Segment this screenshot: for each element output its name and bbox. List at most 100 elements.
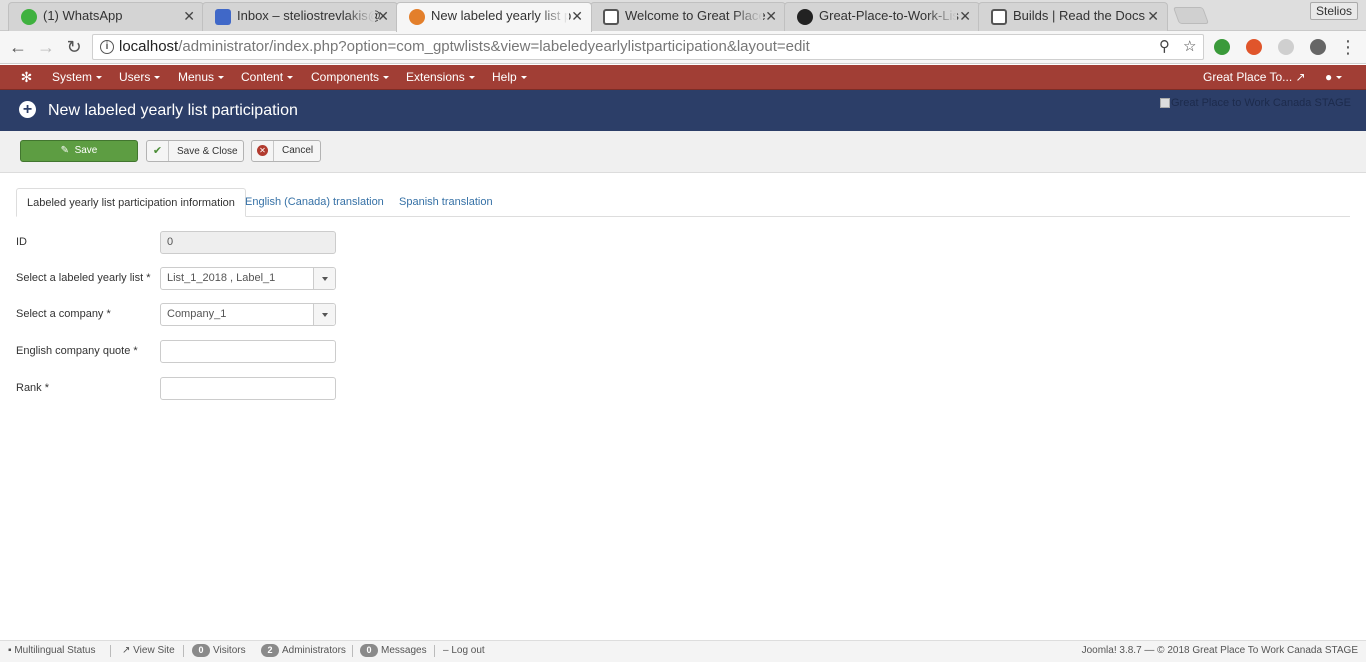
doc-icon — [991, 9, 1007, 25]
save-close-button[interactable]: ✔ Save & Close — [146, 140, 244, 162]
chevron-down-icon[interactable] — [313, 304, 335, 325]
profile-button[interactable]: Stelios — [1310, 2, 1359, 20]
view-site-link[interactable]: ↗ View Site — [122, 641, 175, 661]
messages-link[interactable]: 0 Messages — [360, 641, 427, 661]
close-icon[interactable]: ✕ — [959, 3, 971, 29]
browser-tab-joomla[interactable]: New labeled yearly list p ✕ — [396, 2, 592, 32]
tab-information[interactable]: Labeled yearly list participation inform… — [16, 188, 246, 217]
administrators-badge: 2 — [261, 644, 279, 657]
menu-users[interactable]: Users — [119, 65, 161, 90]
minus-icon: – — [443, 645, 449, 656]
edit-icon: ✎ — [60, 145, 70, 156]
back-icon[interactable]: ← — [8, 37, 28, 57]
extension-green-icon[interactable] — [1214, 39, 1230, 55]
form-tabs: Labeled yearly list participation inform… — [16, 188, 1350, 217]
logout-link[interactable]: – Log out — [443, 641, 485, 661]
page-header: + New labeled yearly list participation … — [0, 90, 1366, 131]
tab-spanish-translation[interactable]: Spanish translation — [389, 188, 503, 217]
multilingual-status-link[interactable]: ▪ Multilingual Status — [8, 641, 95, 661]
caret-down-icon — [218, 76, 225, 80]
close-icon[interactable]: ✕ — [571, 3, 583, 29]
close-icon[interactable]: ✕ — [183, 3, 195, 29]
broken-image-icon — [1160, 98, 1170, 109]
list-select[interactable]: List_1_2018 , Label_1 — [160, 267, 336, 290]
visitors-link[interactable]: 0 Visitors — [192, 641, 246, 661]
brand-logo: Great Place to Work Canada STAGE — [1160, 97, 1351, 109]
whatsapp-icon — [21, 9, 37, 25]
browser-tab-title: Builds | Read the Docs — [1013, 8, 1145, 23]
status-bar: ▪ Multilingual Status ↗ View Site 0 Visit… — [0, 640, 1366, 662]
caret-down-icon — [287, 76, 294, 80]
site-link[interactable]: Great Place To... ↗ — [1203, 65, 1306, 90]
close-icon[interactable]: ✕ — [377, 3, 389, 29]
reload-icon[interactable]: ↻ — [64, 37, 84, 57]
external-link-icon: ↗ — [1295, 70, 1306, 84]
cancel-icon: ✕ — [252, 141, 274, 161]
company-select[interactable]: Company_1 — [160, 303, 336, 326]
tab-english-translation[interactable]: English (Canada) translation — [235, 188, 394, 217]
extension-grey-icon[interactable] — [1278, 39, 1294, 55]
user-icon: ● — [1325, 70, 1333, 84]
menu-help[interactable]: Help — [492, 65, 527, 90]
company-select-value: Company_1 — [167, 308, 227, 320]
menu-content[interactable]: Content — [241, 65, 294, 90]
caret-down-icon — [96, 76, 103, 80]
list-select-value: List_1_2018 , Label_1 — [167, 272, 276, 284]
bookmark-star-icon[interactable]: ☆ — [1183, 35, 1196, 59]
form-row-id: ID 0 — [16, 231, 346, 255]
company-label: Select a company * — [16, 308, 111, 320]
user-menu[interactable]: ● — [1325, 65, 1343, 90]
form-row-rank: Rank * — [16, 377, 346, 401]
zoom-icon[interactable]: ⚲ — [1159, 35, 1170, 59]
close-icon[interactable]: ✕ — [1147, 3, 1159, 29]
plus-circle-icon: + — [19, 101, 36, 118]
url-path: /administrator/index.php?option=com_gptw… — [178, 38, 810, 55]
gear-icon[interactable] — [1310, 39, 1326, 55]
browser-tab-builds[interactable]: Builds | Read the Docs ✕ — [978, 2, 1168, 31]
id-label: ID — [16, 236, 27, 248]
browser-tab-welcome[interactable]: Welcome to Great Place ✕ — [590, 2, 786, 31]
caret-down-icon — [383, 76, 390, 80]
caret-down-icon — [1336, 76, 1343, 80]
comment-icon: ▪ — [8, 645, 12, 656]
caret-down-icon — [468, 76, 475, 80]
action-toolbar: ✎ Save ✔ Save & Close ✕ Cancel — [0, 131, 1366, 173]
menu-extensions[interactable]: Extensions — [406, 65, 475, 90]
rank-label: Rank * — [16, 382, 50, 394]
cancel-button[interactable]: ✕ Cancel — [251, 140, 321, 162]
browser-toolbar: ← → ↻ i localhost/administrator/index.ph… — [0, 31, 1366, 64]
page-title: New labeled yearly list participation — [48, 102, 298, 119]
form-row-list: Select a labeled yearly list * List_1_20… — [16, 267, 346, 291]
rank-input[interactable] — [160, 377, 336, 400]
quote-label: English company quote * — [16, 345, 138, 357]
browser-tab-github[interactable]: Great-Place-to-Work-Lis ✕ — [784, 2, 980, 31]
menu-menus[interactable]: Menus — [178, 65, 225, 90]
info-icon[interactable]: i — [100, 40, 114, 54]
address-bar[interactable]: i localhost/administrator/index.php?opti… — [92, 34, 1204, 60]
administrators-link[interactable]: 2 Administrators — [261, 641, 346, 661]
browser-menu-icon[interactable]: ⋮ — [1338, 37, 1358, 57]
form-row-company: Select a company * Company_1 — [16, 303, 346, 327]
browser-tab-strip: (1) WhatsApp ✕ Inbox – steliostrevlakis@… — [0, 0, 1366, 32]
caret-down-icon — [154, 76, 161, 80]
chevron-down-icon[interactable] — [313, 268, 335, 289]
id-field: 0 — [160, 231, 336, 254]
external-link-icon: ↗ — [122, 645, 131, 656]
browser-tab-whatsapp[interactable]: (1) WhatsApp ✕ — [8, 2, 204, 31]
quote-input[interactable] — [160, 340, 336, 363]
close-icon[interactable]: ✕ — [765, 3, 777, 29]
menu-system[interactable]: System — [52, 65, 103, 90]
visitors-badge: 0 — [192, 644, 210, 657]
joomla-logo-icon[interactable]: ✻ — [19, 70, 34, 85]
list-label: Select a labeled yearly list * — [16, 272, 151, 284]
browser-tab-inbox[interactable]: Inbox – steliostrevlakis@ ✕ — [202, 2, 398, 31]
save-button[interactable]: ✎ Save — [20, 140, 138, 162]
menu-components[interactable]: Components — [311, 65, 390, 90]
doc-icon — [603, 9, 619, 25]
extension-orange-icon[interactable] — [1246, 39, 1262, 55]
check-icon: ✔ — [147, 141, 169, 161]
forward-icon[interactable]: → — [36, 37, 56, 57]
new-tab-button[interactable] — [1172, 7, 1210, 24]
caret-down-icon — [520, 76, 527, 80]
messages-badge: 0 — [360, 644, 378, 657]
